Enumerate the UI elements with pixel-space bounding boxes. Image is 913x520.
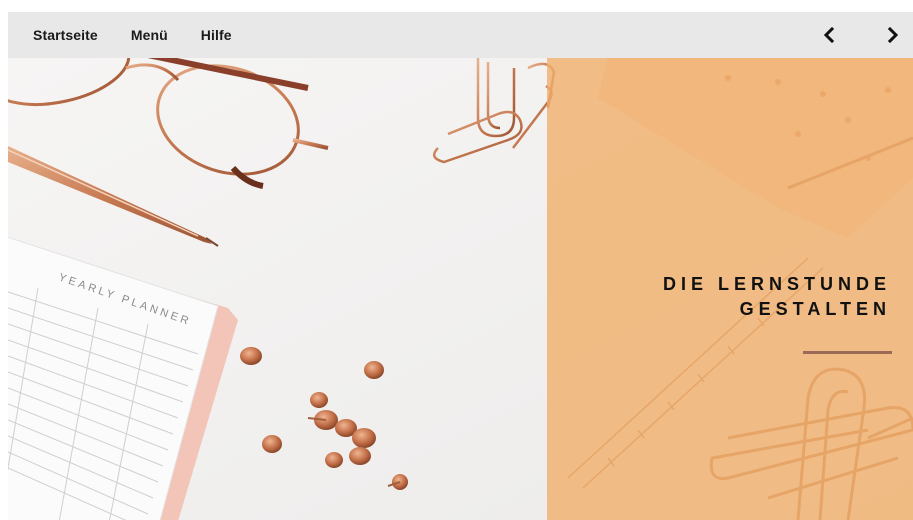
top-navigation-bar: Startseite Menü Hilfe — [8, 12, 913, 58]
hero-headline: DIE LERNSTUNDE GESTALTEN — [663, 272, 891, 322]
nav-item-menu[interactable]: Menü — [131, 27, 168, 43]
headline-underline — [803, 351, 892, 354]
next-slide-button[interactable] — [873, 12, 913, 58]
hero-slide: YEARLY PLANNER DIE LERNSTUNDE GESTALTEN — [8, 58, 913, 520]
nav-item-hilfe[interactable]: Hilfe — [201, 27, 232, 43]
previous-slide-button[interactable] — [809, 12, 849, 58]
chevron-left-icon — [823, 27, 835, 43]
slider-controls — [809, 12, 913, 58]
chevron-right-icon — [887, 27, 899, 43]
nav-item-startseite[interactable]: Startseite — [33, 27, 98, 43]
page-frame: Startseite Menü Hilfe YEARLY PLANNER DIE… — [8, 12, 913, 520]
main-nav: Startseite Menü Hilfe — [8, 12, 265, 58]
headline-line-2: GESTALTEN — [739, 299, 891, 319]
headline-line-1: DIE LERNSTUNDE — [662, 274, 891, 294]
